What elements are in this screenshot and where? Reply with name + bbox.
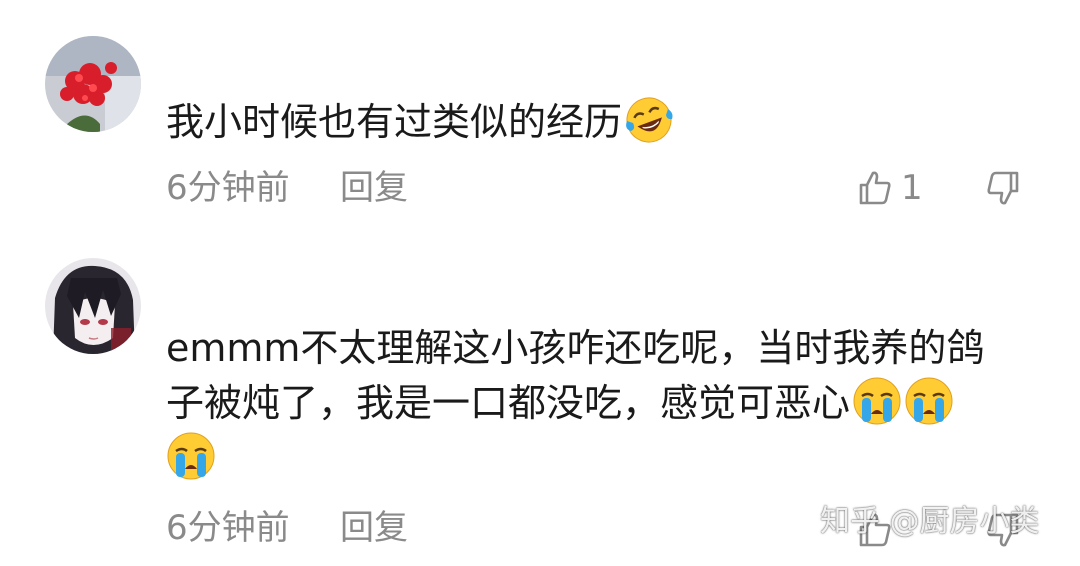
crying-emoji-icon [853,377,901,425]
user-avatar[interactable] [45,36,141,132]
comment-line: emmm不太理解这小孩咋还吃呢，当时我养的鸽 [166,321,1040,376]
comment-line [166,431,1040,486]
red-flower-avatar-icon [45,36,141,132]
thumbs-down-icon [987,171,1019,205]
laugh-cry-emoji-icon [626,97,673,143]
comment-line: 子被炖了，我是一口都没吃，感觉可恶心 [166,376,1040,431]
reply-button[interactable]: 回复 [340,508,408,548]
comment-meta: 6分钟前 回复 [166,168,408,208]
like-count: 1 [901,168,923,208]
comment-line-text: 子被炖了，我是一口都没吃，感觉可恶心 [166,381,851,425]
thumbs-up-icon [859,171,891,205]
comment-time: 6分钟前 [166,168,290,208]
comment-line: 我小时候也有过类似的经历 [166,95,1040,150]
comment-time: 6分钟前 [166,508,290,548]
comment-text: 我小时候也有过类似的经历 [166,95,1040,150]
reply-button[interactable]: 回复 [340,168,408,208]
comment-item: 我小时候也有过类似的经历 6分钟前 回复 1 [0,0,1080,230]
anime-boy-avatar-icon [45,258,141,354]
watermark: 知乎 @厨房小类 [820,504,1040,539]
comment-line-text: emmm不太理解这小孩咋还吃呢，当时我养的鸽 [166,326,985,370]
crying-emoji-icon [905,377,953,425]
comment-meta: 6分钟前 回复 [166,508,408,548]
user-avatar[interactable] [45,258,141,354]
crying-emoji-icon [167,432,215,480]
comment-text: emmm不太理解这小孩咋还吃呢，当时我养的鸽 子被炖了，我是一口都没吃，感觉可恶… [166,321,1040,486]
dislike-button[interactable] [985,170,1025,210]
comment-line-text: 我小时候也有过类似的经历 [166,100,623,144]
like-button[interactable]: 1 [857,168,937,208]
